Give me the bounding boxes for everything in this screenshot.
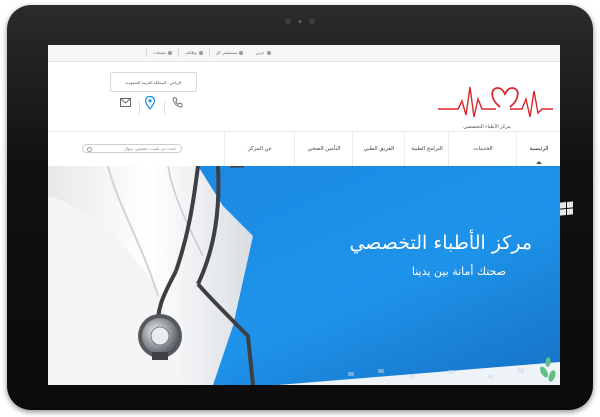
nav-label: عن المركز xyxy=(247,146,273,152)
hero-banner: مركز الأطباء التخصصي صحتك أمانة بين يدين… xyxy=(48,166,560,385)
search-input[interactable]: ابحث عن طبيب، تخصص، سؤال xyxy=(82,144,182,153)
nav-label: التأمين الصحي xyxy=(307,146,341,152)
top-link-label: عربي xyxy=(255,50,265,55)
site-header: مركز الأطباء التخصصي الرياض - المملكة ال… xyxy=(48,61,560,131)
location-pin-icon[interactable] xyxy=(145,96,155,110)
top-link-jobs[interactable]: وظائف xyxy=(178,48,209,57)
hero-title: مركز الأطباء التخصصي xyxy=(349,232,532,254)
top-link-hospital[interactable]: مستشفى كل xyxy=(208,48,250,57)
windows-icon[interactable] xyxy=(560,201,573,216)
camera-icon xyxy=(285,19,315,24)
website-screen: عربي مستشفى كل وظائف صفحات مركز الأطباء … xyxy=(48,45,560,385)
divider xyxy=(164,101,165,115)
doc-icon xyxy=(168,50,172,55)
nav-label: الرئيسية xyxy=(529,146,549,152)
phone-icon xyxy=(239,50,244,55)
nav-item-health-insurance[interactable]: التأمين الصحي xyxy=(294,132,353,166)
briefcase-icon xyxy=(198,50,203,55)
main-nav: الرئيسية الخدمات البرامج الطبية الفريق ا… xyxy=(48,131,560,167)
nav-item-about[interactable]: عن المركز xyxy=(224,132,295,166)
nav-label: الفريق الطبي xyxy=(363,146,395,152)
top-bar: عربي مستشفى كل وظائف صفحات xyxy=(48,45,560,62)
hero-subtitle: صحتك أمانة بين يدينا xyxy=(411,265,506,278)
nav-item-medical-programs[interactable]: البرامج الطبية xyxy=(404,132,449,166)
globe-icon xyxy=(266,50,271,55)
top-link-label: وظائف xyxy=(185,50,197,55)
address-box: الرياض - المملكة العربية السعودية xyxy=(110,72,197,92)
nav-label: الخدمات xyxy=(473,146,493,152)
address-text: الرياض - المملكة العربية السعودية xyxy=(125,79,182,85)
active-caret-icon xyxy=(536,161,542,164)
top-link-pages[interactable]: صفحات xyxy=(146,48,178,57)
top-links: عربي مستشفى كل وظائف صفحات xyxy=(146,48,277,57)
phone-icon[interactable] xyxy=(172,97,183,108)
logo-text: مركز الأطباء التخصصي xyxy=(463,124,511,130)
nav-item-home[interactable]: الرئيسية xyxy=(516,132,560,166)
top-link-label: صفحات xyxy=(153,50,166,55)
search-placeholder: ابحث عن طبيب، تخصص، سؤال xyxy=(123,146,176,151)
nav-item-services[interactable]: الخدمات xyxy=(448,132,517,166)
search-icon[interactable] xyxy=(87,147,92,152)
tablet-frame: عربي مستشفى كل وظائف صفحات مركز الأطباء … xyxy=(7,5,593,410)
nav-item-medical-team[interactable]: الفريق الطبي xyxy=(352,132,405,166)
top-link-language[interactable]: عربي xyxy=(249,48,276,57)
nav-label: البرامج الطبية xyxy=(411,146,443,152)
top-link-label: مستشفى كل xyxy=(215,50,238,55)
heartbeat-logo-icon[interactable] xyxy=(438,79,553,121)
mail-icon[interactable] xyxy=(120,98,131,107)
divider xyxy=(139,101,140,115)
